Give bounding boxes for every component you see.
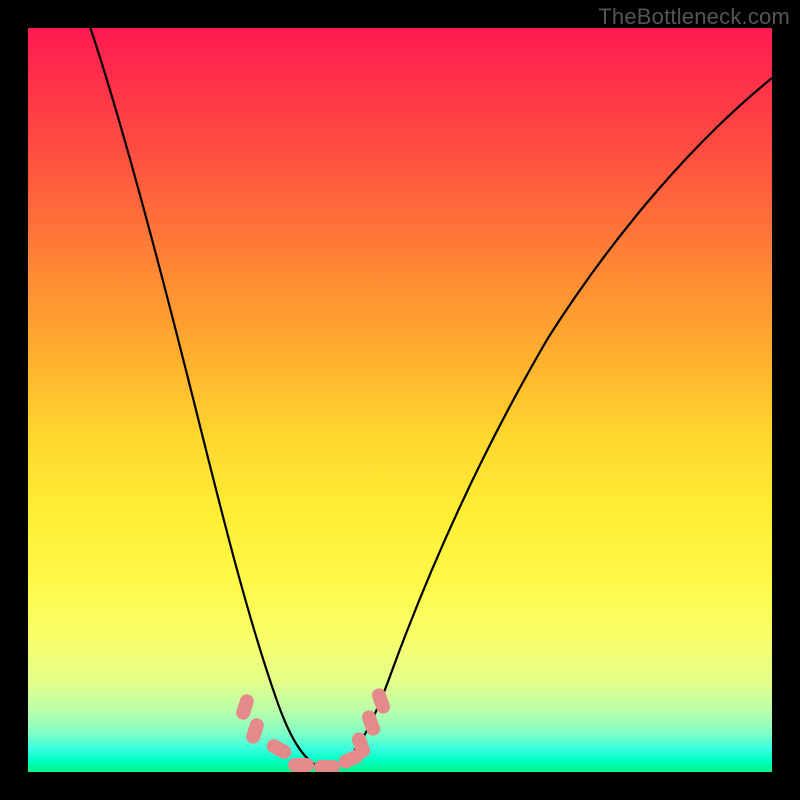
bottleneck-curve	[87, 28, 772, 768]
trough-markers	[234, 686, 392, 772]
plot-area	[28, 28, 772, 772]
watermark-text: TheBottleneck.com	[598, 4, 790, 30]
curve-layer	[28, 28, 772, 772]
chart-frame: TheBottleneck.com	[0, 0, 800, 800]
